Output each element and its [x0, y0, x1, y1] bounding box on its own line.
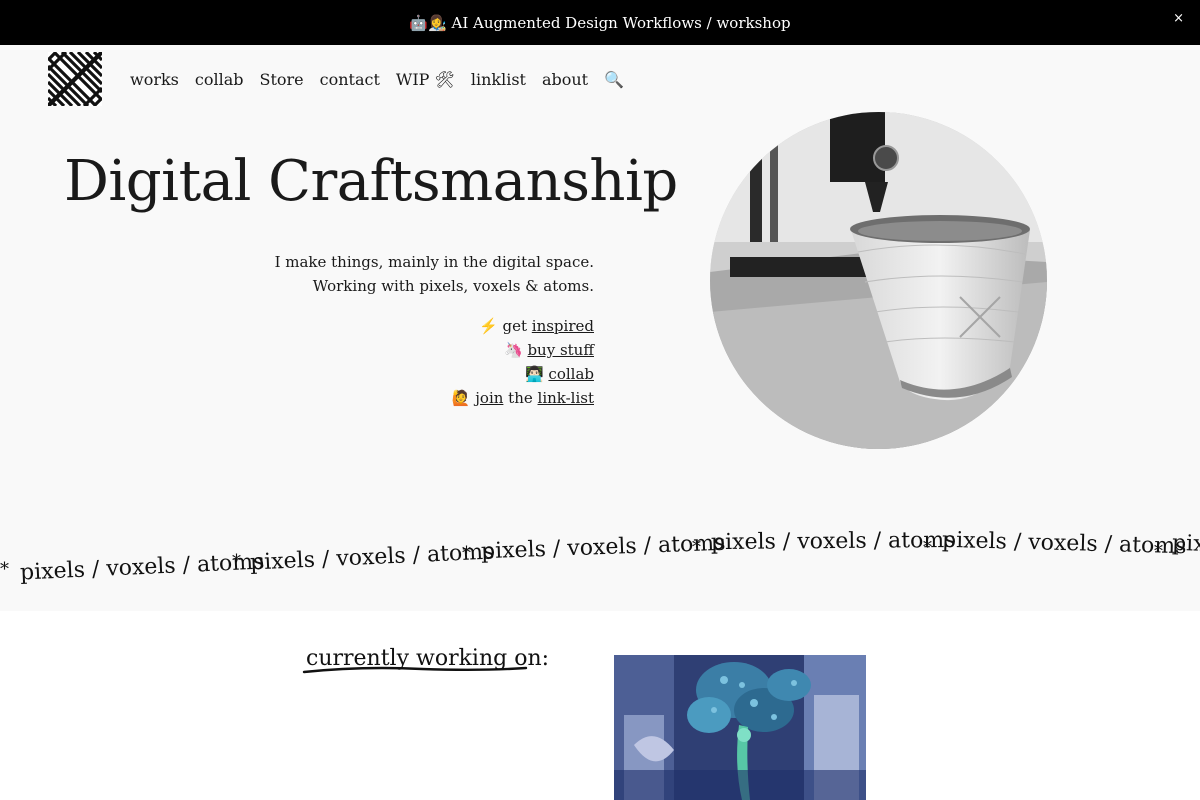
- announcement-banner[interactable]: 🤖👩‍🎨 AI Augmented Design Workflows / wor…: [0, 0, 1200, 45]
- collab-link[interactable]: collab: [548, 365, 594, 383]
- buy-prefix: 🦄: [503, 341, 528, 359]
- search-icon[interactable]: 🔍: [604, 70, 624, 89]
- marquee-text: pixels / voxels / atoms: [19, 549, 265, 586]
- join-middle: the: [503, 389, 538, 407]
- link-row-collab: 👨🏻‍💻 collab: [452, 362, 594, 386]
- announcement-text[interactable]: 🤖👩‍🎨 AI Augmented Design Workflows / wor…: [409, 14, 790, 32]
- logo-pattern-icon: [48, 52, 102, 106]
- intro-text: I make things, mainly in the digital spa…: [275, 250, 594, 298]
- main-nav: works collab Store contact WIP 🛠 linklis…: [130, 70, 624, 89]
- current-project-image[interactable]: [614, 655, 866, 800]
- page-title: Digital Craftsmanship: [64, 149, 678, 214]
- nav-about[interactable]: about: [542, 70, 588, 89]
- marquee-separator: *: [232, 551, 241, 572]
- nav-collab[interactable]: collab: [195, 70, 244, 89]
- marquee-text: pixels / voxels / atoms: [249, 539, 495, 576]
- marquee-separator: *: [1154, 541, 1163, 562]
- inspired-prefix: ⚡ get: [479, 317, 532, 335]
- inspired-link[interactable]: inspired: [532, 317, 594, 335]
- nav-works[interactable]: works: [130, 70, 179, 89]
- marquee-separator: *: [0, 559, 9, 580]
- site-logo[interactable]: [48, 52, 102, 106]
- marquee-text: pixels / voxels / atoms: [480, 530, 726, 565]
- marquee-text: pixels / voxels / atoms: [941, 527, 1187, 560]
- marquee-separator: *: [692, 537, 701, 558]
- marquee-text: pixels / voxels / atoms: [1171, 530, 1200, 565]
- join-prefix: 🙋: [451, 389, 476, 407]
- link-list-link[interactable]: link-list: [538, 389, 594, 407]
- nav-wip[interactable]: WIP 🛠: [396, 70, 455, 89]
- intro-line: Working with pixels, voxels & atoms.: [312, 277, 594, 295]
- close-icon[interactable]: ×: [1173, 11, 1184, 26]
- marquee-strip: * pixels / voxels / atoms * pixels / vox…: [0, 497, 1200, 607]
- link-row-buy: 🦄 buy stuff: [452, 338, 594, 362]
- collab-prefix: 👨🏻‍💻: [524, 365, 549, 383]
- buy-stuff-link[interactable]: buy stuff: [527, 341, 594, 359]
- join-link[interactable]: join: [475, 389, 503, 407]
- hero-links: ⚡ get inspired 🦄 buy stuff 👨🏻‍💻 collab 🙋…: [452, 314, 594, 410]
- nav-linklist[interactable]: linklist: [471, 70, 526, 89]
- nav-store[interactable]: Store: [260, 70, 304, 89]
- marquee-text: pixels / voxels / atoms: [710, 527, 956, 556]
- hand-drawn-underline-icon: [302, 666, 528, 674]
- nav-contact[interactable]: contact: [320, 70, 380, 89]
- hero-photo: [710, 112, 1047, 449]
- intro-line: I make things, mainly in the digital spa…: [274, 253, 594, 271]
- 3d-printer-photo: [710, 112, 1047, 449]
- marquee-separator: *: [462, 543, 471, 564]
- marquee-separator: *: [923, 537, 932, 558]
- link-row-inspired: ⚡ get inspired: [452, 314, 594, 338]
- sculpture-artwork-image: [614, 655, 866, 800]
- hero-section: works collab Store contact WIP 🛠 linklis…: [0, 45, 1200, 611]
- link-row-join: 🙋 join the link-list: [452, 386, 594, 410]
